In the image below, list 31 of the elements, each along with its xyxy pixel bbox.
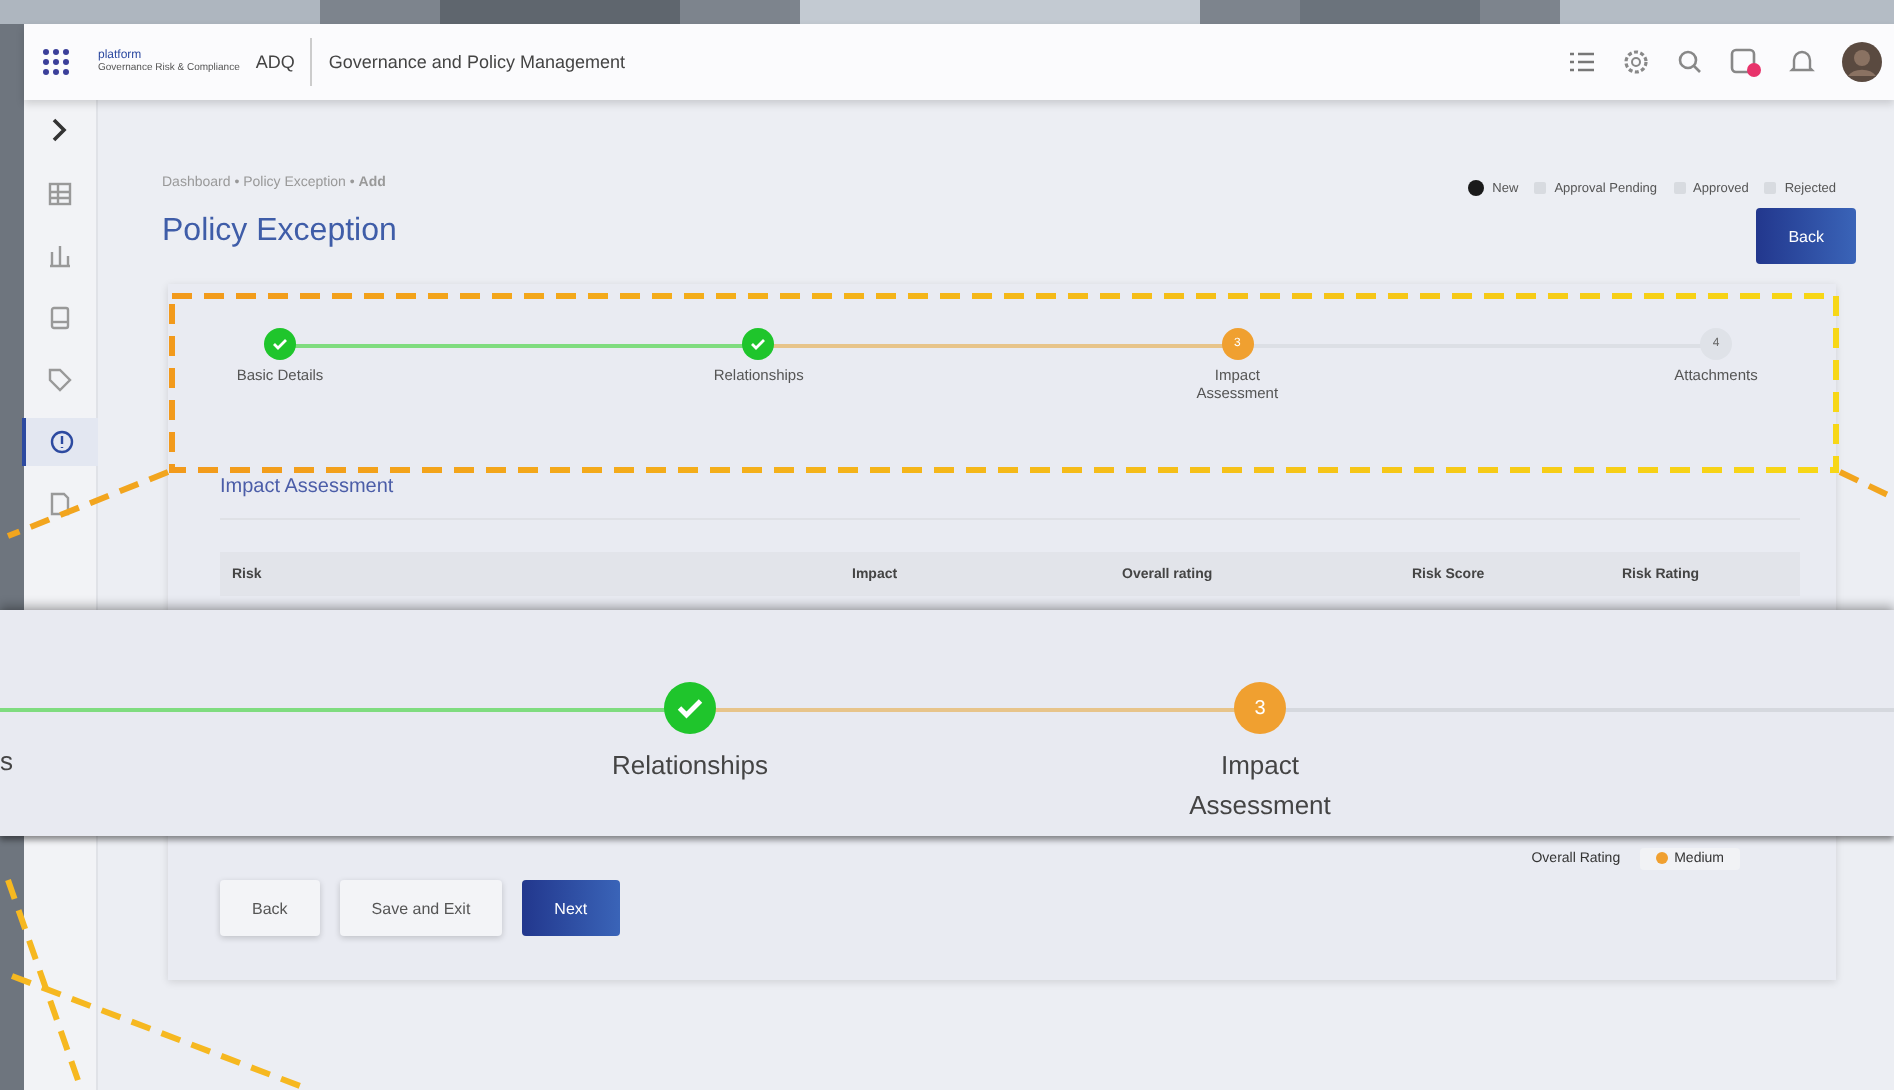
sidebar-item[interactable] — [22, 418, 98, 466]
step-label: s — [0, 746, 13, 776]
module-title: Governance and Policy Management — [328, 52, 625, 72]
search-icon[interactable] — [1676, 48, 1704, 76]
action-button[interactable]: Save and Exit — [339, 880, 503, 936]
grid-icon — [48, 182, 72, 206]
check-icon — [664, 682, 716, 734]
section-title: Impact Assessment — [220, 476, 1800, 520]
chart-icon — [48, 244, 72, 268]
step-number: 3 — [1234, 682, 1286, 734]
page-title: Policy Exception — [162, 214, 397, 250]
back-button[interactable]: Back — [1756, 208, 1856, 264]
list-icon[interactable] — [1568, 48, 1596, 76]
bell-icon[interactable] — [1788, 48, 1816, 76]
check-icon — [264, 328, 296, 360]
expand-icon[interactable] — [48, 116, 72, 144]
book-icon — [48, 306, 72, 330]
step-label: Impact Assessment — [1187, 748, 1333, 825]
action-button[interactable]: Back — [220, 880, 320, 936]
step-label: Relationships — [609, 748, 771, 784]
app-grid-icon[interactable] — [42, 48, 70, 76]
organization-name: ADQ — [255, 38, 313, 86]
calendar-icon[interactable] — [1730, 46, 1762, 78]
doc-icon — [48, 492, 72, 516]
next-button[interactable]: Next — [522, 880, 620, 936]
tag-icon — [48, 368, 72, 392]
settings-icon[interactable] — [1622, 48, 1650, 76]
leader-line — [1838, 469, 1892, 499]
avatar[interactable] — [1842, 42, 1882, 82]
check-icon — [742, 328, 775, 360]
info-icon — [50, 430, 74, 454]
